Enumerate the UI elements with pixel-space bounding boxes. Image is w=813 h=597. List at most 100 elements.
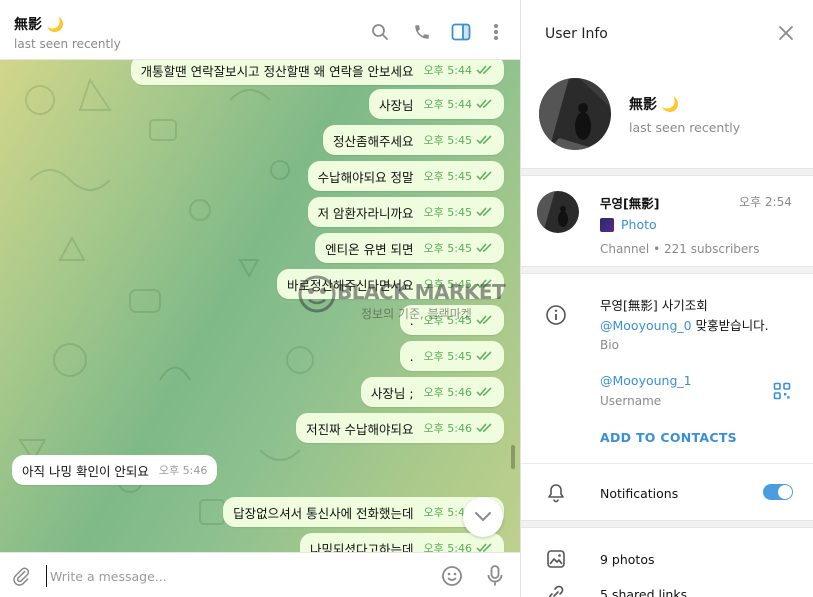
- search-icon[interactable]: [370, 22, 390, 42]
- attach-icon[interactable]: [10, 565, 32, 587]
- double-check-icon: [476, 207, 492, 217]
- sidebar-toggle-icon[interactable]: [451, 22, 471, 42]
- message-bubble[interactable]: 저 암환자라니까요 오후 5:45: [307, 197, 504, 227]
- message-time: 오후 5:46: [423, 386, 472, 399]
- add-to-contacts-button[interactable]: ADD TO CONTACTS: [600, 430, 737, 445]
- message-text: 사장님 ;: [370, 385, 414, 401]
- message-text: 바로정산해주신다면서요: [287, 277, 414, 293]
- chat-background[interactable]: 개통할땐 연락잘보시고 정산할땐 왜 연락을 안보세요 오후 5:44 사장님 …: [0, 60, 520, 552]
- bio-line-2: 맞홍받습니다.: [691, 318, 769, 333]
- double-check-icon: [476, 171, 492, 181]
- message-bubble[interactable]: 바로정산해주신다면서요 오후 5:45: [277, 269, 504, 299]
- shared-links-item[interactable]: 5 shared links: [600, 587, 687, 597]
- message-bubble[interactable]: 사장님 오후 5:44: [369, 89, 504, 119]
- message-bubble[interactable]: . 오후 5:45: [399, 305, 504, 335]
- message-bubble[interactable]: 수납해야되요 정말 오후 5:45: [307, 161, 504, 191]
- bio-text: 무영[無影] 사기조회 @Mooyoung_0 맞홍받습니다.: [600, 296, 800, 336]
- panel-title: User Info: [545, 26, 608, 42]
- message-time: 오후 5:45: [423, 350, 472, 363]
- chat-pane: 無影 🌙 last seen recently 개통할땐 연락잘보시고 정산할땐…: [0, 0, 520, 597]
- message-text: .: [409, 348, 414, 364]
- channel-last-message-text: Photo: [621, 217, 657, 232]
- microphone-icon[interactable]: [484, 565, 506, 587]
- phone-icon[interactable]: [412, 22, 432, 42]
- double-check-icon: [476, 543, 492, 552]
- message-bubble[interactable]: 사장님 ; 오후 5:46: [360, 377, 504, 407]
- message-text: 나밍되셨다고하는데: [310, 541, 414, 553]
- message-text: 저진짜 수납해야되요: [306, 421, 414, 437]
- channel-avatar-photo: [537, 191, 579, 233]
- message-time: 오후 5:44: [423, 98, 472, 111]
- double-check-icon: [476, 243, 492, 253]
- avatar-photo: [539, 78, 611, 150]
- message-text: 정산좀해주세요: [333, 133, 414, 149]
- message-time: 오후 5:45: [423, 278, 472, 291]
- message-bubble[interactable]: 답장없으셔서 통신사에 전화했는데 오후 5:46: [223, 497, 504, 527]
- bio-mention-link[interactable]: @Mooyoung_0: [600, 318, 692, 333]
- message-bubble[interactable]: 나밍되셨다고하는데 오후 5:46: [300, 533, 504, 552]
- double-check-icon: [476, 135, 492, 145]
- username-value[interactable]: @Mooyoung_1: [600, 373, 692, 388]
- message-input[interactable]: [46, 565, 426, 587]
- section-separator: [521, 266, 813, 274]
- qr-code-icon[interactable]: [773, 382, 791, 400]
- toggle-knob: [778, 485, 792, 499]
- photo-icon: [545, 548, 567, 570]
- message-time: 오후 5:45: [423, 242, 472, 255]
- profile-status: last seen recently: [629, 120, 741, 135]
- chat-header: 無影 🌙 last seen recently: [0, 0, 520, 60]
- message-time: 오후 5:46: [158, 464, 208, 477]
- chat-scrollbar[interactable]: [511, 445, 515, 469]
- channel-meta: Channel • 221 subscribers: [600, 242, 760, 256]
- double-check-icon: [476, 423, 492, 433]
- chevron-down-icon: [475, 512, 491, 522]
- avatar[interactable]: [539, 78, 611, 150]
- message-bubble[interactable]: . 오후 5:45: [399, 341, 504, 371]
- message-text: 엔티온 유변 되면: [325, 241, 414, 257]
- double-check-icon: [476, 387, 492, 397]
- message-time: 오후 5:44: [423, 64, 472, 77]
- divider: [521, 463, 813, 464]
- message-time: 오후 5:45: [423, 170, 472, 183]
- double-check-icon: [476, 315, 492, 325]
- close-icon[interactable]: [777, 24, 795, 42]
- message-time: 오후 5:46: [423, 422, 472, 435]
- message-bubble[interactable]: 정산좀해주세요 오후 5:45: [323, 125, 504, 155]
- message-time: 오후 5:45: [423, 134, 472, 147]
- message-bubble[interactable]: 개통할땐 연락잘보시고 정산할땐 왜 연락을 안보세요 오후 5:44: [130, 60, 504, 85]
- message-time: 오후 5:45: [423, 314, 472, 327]
- double-check-icon: [476, 279, 492, 289]
- message-composer: [0, 552, 520, 597]
- scroll-down-button[interactable]: [463, 497, 503, 537]
- bell-icon: [545, 482, 567, 504]
- user-info-panel: User Info 無影 🌙 last seen recently 무영[無影]…: [520, 0, 813, 597]
- section-separator: [521, 168, 813, 176]
- photos-count-item[interactable]: 9 photos: [600, 552, 655, 567]
- bio-label: Bio: [600, 338, 619, 352]
- message-time: 오후 5:46: [423, 542, 472, 552]
- bio-line-1: 무영[無影] 사기조회: [600, 298, 708, 313]
- username-label: Username: [600, 394, 662, 408]
- info-icon: [545, 304, 567, 326]
- message-text: 수납해야되요 정말: [317, 169, 414, 185]
- message-time: 오후 5:45: [423, 206, 472, 219]
- chat-title[interactable]: 無影 🌙: [14, 14, 64, 34]
- channel-avatar[interactable]: [537, 191, 579, 233]
- message-bubble-incoming[interactable]: 아직 나밍 확인이 안되요 오후 5:46: [12, 455, 218, 485]
- section-separator: [521, 520, 813, 528]
- notifications-label: Notifications: [600, 486, 679, 501]
- notifications-toggle[interactable]: [763, 484, 793, 500]
- double-check-icon: [476, 65, 492, 75]
- chat-status: last seen recently: [14, 37, 121, 51]
- message-text: 아직 나밍 확인이 안되요: [22, 463, 149, 479]
- channel-last-message[interactable]: Photo: [600, 217, 657, 232]
- link-icon: [545, 583, 567, 597]
- emoji-icon[interactable]: [441, 565, 463, 587]
- channel-name[interactable]: 무영[無影]: [600, 193, 659, 212]
- channel-time: 오후 2:54: [739, 195, 792, 209]
- message-bubble[interactable]: 엔티온 유변 되면 오후 5:45: [315, 233, 504, 263]
- photo-thumbnail-icon: [600, 217, 614, 232]
- message-bubble[interactable]: 저진짜 수납해야되요 오후 5:46: [296, 413, 504, 443]
- double-check-icon: [476, 351, 492, 361]
- more-menu-icon[interactable]: [486, 22, 506, 42]
